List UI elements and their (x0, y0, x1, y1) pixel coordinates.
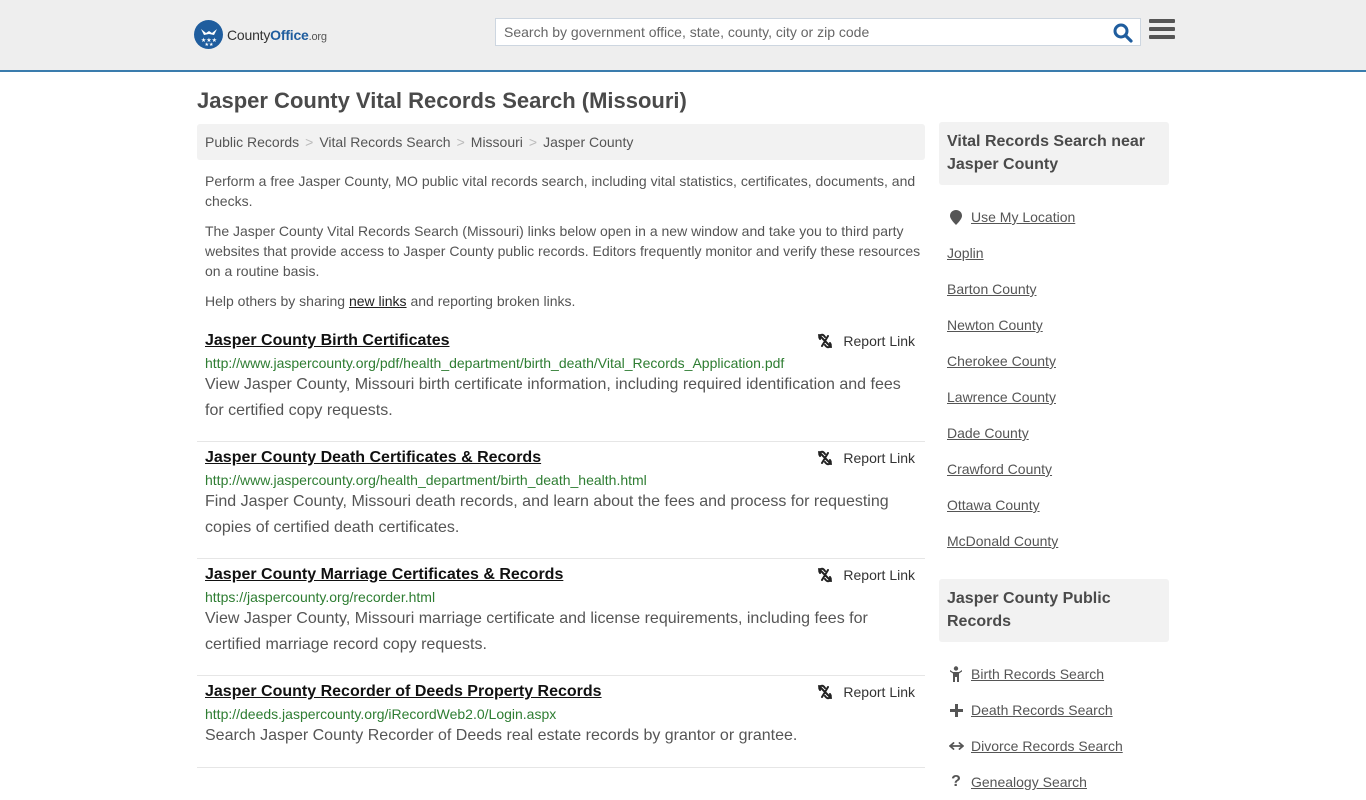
breadcrumb-separator: > (305, 134, 314, 150)
result-title-link[interactable]: Jasper County Birth Certificates (205, 332, 450, 350)
report-link-button[interactable]: Report Link (817, 333, 915, 349)
nearby-link-ottawa-county[interactable]: Ottawa County (947, 497, 1040, 513)
new-links-link[interactable]: new links (349, 293, 407, 309)
nearby-link-newton-county[interactable]: Newton County (947, 317, 1043, 333)
result-title-link[interactable]: Jasper County Death Certificates & Recor… (205, 449, 541, 467)
svg-text:★★: ★★ (204, 42, 213, 46)
birth-records-search-link[interactable]: Birth Records Search (971, 666, 1104, 682)
report-link-button[interactable]: Report Link (817, 450, 915, 466)
arrows-horizontal-icon (947, 741, 965, 751)
results-list: Jasper County Birth Certificates Report … (197, 325, 925, 768)
plus-icon (947, 703, 965, 717)
broken-link-icon (818, 684, 833, 700)
question-icon: ? (951, 773, 961, 790)
child-icon (947, 666, 965, 682)
breadcrumb-public-records[interactable]: Public Records (205, 134, 299, 150)
breadcrumb: Public Records > Vital Records Search > Miss… (197, 124, 925, 160)
nearby-list: Use My Location Joplin Barton County New… (939, 185, 1169, 559)
logo-county: County (227, 26, 271, 43)
sidebar: Vital Records Search near Jasper County … (939, 122, 1169, 800)
nearby-item: Newton County (947, 307, 1161, 343)
result-title-link[interactable]: Jasper County Marriage Certificates & Re… (205, 566, 563, 584)
nearby-item: Barton County (947, 271, 1161, 307)
intro-help-text: Help others by sharing (205, 293, 349, 309)
search-form (495, 18, 1141, 46)
result-url[interactable]: https://jaspercounty.org/recorder.html (205, 589, 917, 605)
public-records-item: Death Records Search (947, 692, 1161, 728)
nearby-item: McDonald County (947, 523, 1161, 559)
breadcrumb-missouri[interactable]: Missouri (471, 134, 523, 150)
breadcrumb-vital-records-search[interactable]: Vital Records Search (319, 134, 450, 150)
broken-link-icon (818, 333, 833, 349)
logo-office: Office (270, 26, 309, 43)
public-records-item: ? Genealogy Search (947, 764, 1161, 800)
result-item: Jasper County Recorder of Deeds Property… (197, 676, 925, 768)
intro-help-text-end: and reporting broken links. (406, 293, 576, 309)
public-records-item: Divorce Records Search (947, 728, 1161, 764)
nearby-item: Dade County (947, 415, 1161, 451)
nearby-link-barton-county[interactable]: Barton County (947, 281, 1037, 297)
result-title-link[interactable]: Jasper County Recorder of Deeds Property… (205, 683, 602, 701)
result-item: Jasper County Death Certificates & Recor… (197, 442, 925, 559)
intro-paragraph-1: Perform a free Jasper County, MO public … (205, 173, 916, 209)
nearby-item: Ottawa County (947, 487, 1161, 523)
intro-text: Perform a free Jasper County, MO public … (205, 171, 921, 321)
nearby-link-mcdonald-county[interactable]: McDonald County (947, 533, 1058, 549)
map-marker-icon (947, 209, 965, 225)
intro-paragraph-2: The Jasper County Vital Records Search (… (205, 223, 921, 279)
use-my-location-link[interactable]: Use My Location (971, 209, 1075, 225)
nearby-link-cherokee-county[interactable]: Cherokee County (947, 353, 1056, 369)
nearby-item: Joplin (947, 235, 1161, 271)
logo-wordmark: CountyOffice.org (227, 27, 327, 43)
result-description: Find Jasper County, Missouri death recor… (205, 493, 889, 536)
result-item: Jasper County Marriage Certificates & Re… (197, 559, 925, 676)
use-my-location-item: Use My Location (947, 199, 1161, 235)
public-records-heading: Jasper County Public Records (939, 579, 1169, 642)
breadcrumb-separator: > (528, 134, 538, 150)
result-item: Jasper County Birth Certificates Report … (197, 325, 925, 442)
eagle-stars-logo-icon: ★★★ ★★ (194, 20, 223, 49)
report-link-label: Report Link (843, 450, 915, 466)
logo-org: .org (308, 30, 327, 43)
death-records-search-link[interactable]: Death Records Search (971, 702, 1113, 718)
page-title: Jasper County Vital Records Search (Miss… (197, 88, 687, 113)
broken-link-icon (818, 567, 833, 583)
result-url[interactable]: http://www.jaspercounty.org/pdf/health_d… (205, 355, 917, 371)
nearby-item: Crawford County (947, 451, 1161, 487)
report-link-button[interactable]: Report Link (817, 684, 915, 700)
hamburger-menu-icon-bar (1149, 35, 1175, 39)
public-records-list: Birth Records Search Death Records Searc… (939, 642, 1169, 800)
nearby-link-dade-county[interactable]: Dade County (947, 425, 1029, 441)
report-link-label: Report Link (843, 333, 915, 349)
nearby-link-lawrence-county[interactable]: Lawrence County (947, 389, 1056, 405)
genealogy-search-link[interactable]: Genealogy Search (971, 774, 1087, 790)
result-url[interactable]: http://deeds.jaspercounty.org/iRecordWeb… (205, 706, 917, 722)
report-link-label: Report Link (843, 567, 915, 583)
public-records-item: Birth Records Search (947, 656, 1161, 692)
nearby-link-crawford-county[interactable]: Crawford County (947, 461, 1052, 477)
nearby-item: Cherokee County (947, 343, 1161, 379)
search-icon (1113, 23, 1133, 43)
result-description: View Jasper County, Missouri birth certi… (205, 376, 901, 419)
intro-paragraph-3: Help others by sharing new links and rep… (205, 291, 921, 311)
divorce-records-search-link[interactable]: Divorce Records Search (971, 738, 1123, 754)
search-input[interactable] (496, 19, 1106, 45)
site-logo[interactable]: ★★★ ★★ CountyOffice.org (194, 20, 327, 49)
site-header: ★★★ ★★ CountyOffice.org (0, 0, 1366, 72)
hamburger-menu-icon-bar (1149, 27, 1175, 31)
nearby-link-joplin[interactable]: Joplin (947, 245, 984, 261)
breadcrumb-separator: > (456, 134, 465, 150)
search-button[interactable] (1112, 22, 1134, 44)
nearby-heading: Vital Records Search near Jasper County (939, 122, 1169, 185)
breadcrumb-jasper-county[interactable]: Jasper County (543, 134, 633, 150)
hamburger-menu-icon-bar (1149, 19, 1175, 23)
report-link-label: Report Link (843, 684, 915, 700)
result-description: Search Jasper County Recorder of Deeds r… (205, 727, 798, 744)
hamburger-menu-button[interactable] (1149, 19, 1175, 42)
result-url[interactable]: http://www.jaspercounty.org/health_depar… (205, 472, 917, 488)
broken-link-icon (818, 450, 833, 466)
nearby-item: Lawrence County (947, 379, 1161, 415)
report-link-button[interactable]: Report Link (817, 567, 915, 583)
result-description: View Jasper County, Missouri marriage ce… (205, 610, 868, 653)
